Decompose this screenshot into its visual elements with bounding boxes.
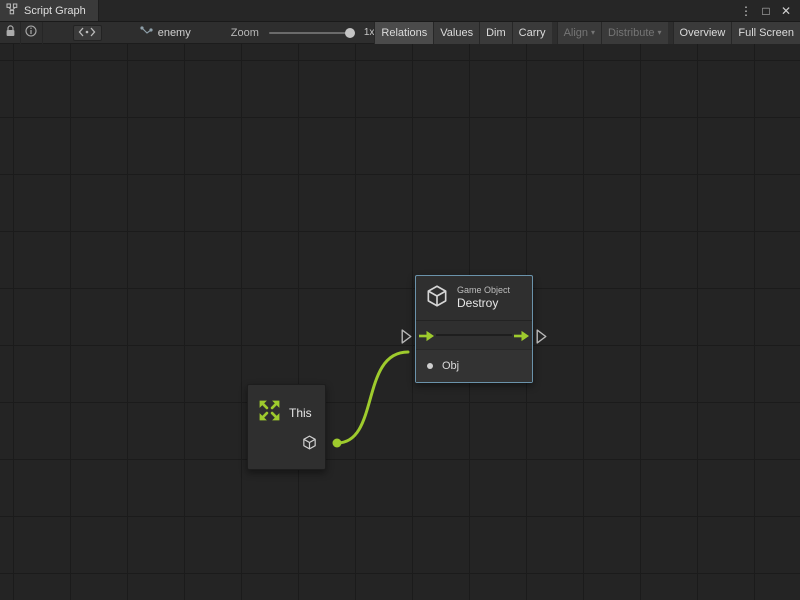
this-node[interactable]: This	[247, 384, 326, 470]
node-title: Destroy	[457, 296, 510, 311]
graph-tab-icon	[6, 2, 18, 20]
zoom-slider-knob[interactable]	[345, 28, 355, 38]
window-controls: ⋮ □ ✕	[738, 0, 800, 21]
overview-button[interactable]: Overview	[673, 22, 732, 44]
flow-ports-row	[416, 321, 532, 349]
zoom-value: 1x	[364, 27, 375, 38]
graph-reference[interactable]: enemy	[140, 24, 191, 42]
relations-button[interactable]: Relations	[374, 22, 433, 44]
destroy-node-header: Game Object Destroy	[416, 276, 532, 321]
fullscreen-label: Full Screen	[738, 27, 794, 39]
menu-icon[interactable]: ⋮	[738, 1, 754, 21]
script-graph-window: Script Graph ⋮ □ ✕	[0, 0, 800, 600]
distribute-button[interactable]: Distribute ▾	[601, 22, 667, 44]
game-object-port-icon[interactable]	[301, 434, 318, 456]
carry-button[interactable]: Carry	[512, 22, 552, 44]
destroy-node[interactable]: Game Object Destroy	[415, 275, 533, 383]
chevron-down-icon: ▾	[658, 28, 662, 37]
title-bar: Script Graph ⋮ □ ✕	[0, 0, 800, 22]
destroy-node-titles: Game Object Destroy	[457, 285, 510, 311]
values-button[interactable]: Values	[433, 22, 479, 44]
this-icon	[257, 398, 282, 428]
close-icon[interactable]: ✕	[778, 1, 794, 21]
lock-icon	[5, 24, 16, 42]
tab-script-graph[interactable]: Script Graph	[0, 0, 99, 21]
dim-button[interactable]: Dim	[479, 22, 512, 44]
this-output-port[interactable]	[333, 439, 342, 448]
distribute-label: Distribute	[608, 27, 654, 39]
info-icon	[25, 24, 37, 42]
angle-brackets-icon	[78, 24, 96, 42]
connection-layer	[0, 44, 800, 600]
overview-label: Overview	[680, 27, 726, 39]
obj-input-row: Obj	[416, 349, 532, 382]
game-object-cube-icon	[424, 283, 450, 314]
align-button[interactable]: Align ▾	[557, 22, 601, 44]
node-category: Game Object	[457, 285, 510, 296]
this-to-destroy-wire[interactable]	[337, 352, 408, 443]
control-output-port-icon[interactable]	[536, 329, 547, 349]
info-button[interactable]	[21, 22, 42, 44]
obj-port-dot[interactable]	[427, 363, 433, 369]
fullscreen-button[interactable]: Full Screen	[731, 22, 800, 44]
obj-port-label: Obj	[442, 360, 459, 372]
control-input-port-icon[interactable]	[401, 329, 412, 349]
toolbar-buttons: Relations Values Dim Carry Align ▾ Distr…	[374, 22, 800, 44]
this-node-header: This	[248, 385, 325, 428]
graph-asset-icon	[140, 24, 153, 42]
dim-label: Dim	[486, 27, 506, 39]
graph-inspector-toggle[interactable]	[73, 25, 102, 41]
zoom-slider[interactable]	[269, 32, 355, 34]
lock-button[interactable]	[0, 22, 21, 44]
relations-label: Relations	[381, 27, 427, 39]
relation-line	[436, 334, 512, 336]
tab-title: Script Graph	[24, 5, 86, 17]
graph-name-label: enemy	[158, 27, 191, 39]
node-title: This	[289, 406, 312, 420]
values-label: Values	[440, 27, 473, 39]
zoom-label: Zoom	[231, 27, 259, 39]
align-label: Align	[564, 27, 588, 39]
chevron-down-icon: ▾	[591, 28, 595, 37]
maximize-icon[interactable]: □	[758, 1, 774, 21]
graph-toolbar: enemy Zoom 1x Relations Values Dim Carry	[0, 22, 800, 44]
carry-label: Carry	[519, 27, 546, 39]
zoom-control: Zoom 1x	[231, 27, 375, 39]
flow-in-arrow-icon[interactable]	[419, 329, 434, 347]
graph-canvas[interactable]: Game Object Destroy	[0, 44, 800, 600]
flow-out-arrow-icon[interactable]	[514, 329, 529, 347]
